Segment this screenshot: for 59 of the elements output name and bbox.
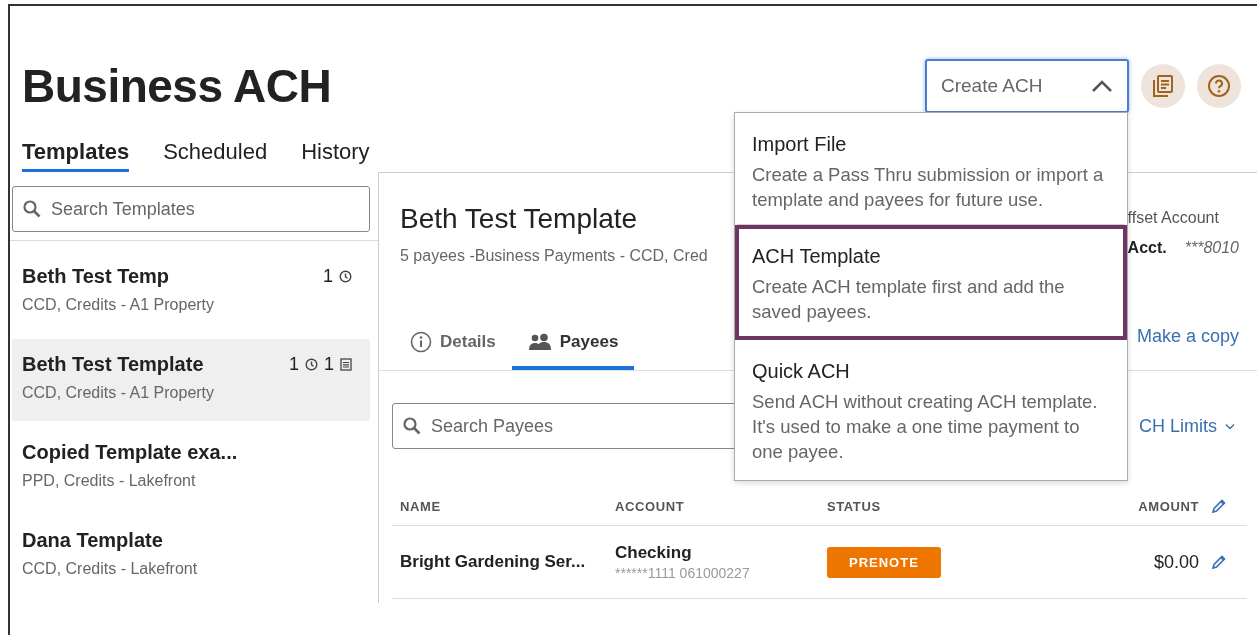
account-label: Acct. <box>1127 239 1167 257</box>
make-copy-link[interactable]: Make a copy <box>1136 326 1239 347</box>
amount: $0.00 <box>1153 551 1199 573</box>
column-header: ACCOUNT <box>615 498 686 514</box>
payee-name: Bright Gardening Ser... <box>400 552 587 572</box>
tab[interactable]: Scheduled <box>163 136 268 172</box>
count: 1 <box>324 354 334 375</box>
menu-item[interactable]: Import File Create a Pass Thru submission or import a template and payees for future use. <box>735 113 1127 225</box>
menu-item-title: ACH Template <box>752 245 882 268</box>
template-item[interactable]: Dana Template CCD, Credits - Lakefront <box>12 515 370 597</box>
template-details: PPD, Credits - Lakefront <box>22 472 197 490</box>
document-icon[interactable] <box>1141 64 1185 108</box>
count: 1 <box>323 266 333 287</box>
template-item[interactable]: Beth Test Temp 1 CCD, Credits - A1 Property <box>12 251 370 333</box>
menu-item[interactable]: ACH Template Create ACH template first and add the saved payees. <box>735 225 1127 340</box>
limits-dropdown[interactable]: CH Limits <box>1139 415 1235 437</box>
menu-item-title: Import File <box>752 133 848 156</box>
help-icon[interactable] <box>1197 64 1241 108</box>
template-name: Beth Test Temp <box>22 265 170 288</box>
account-number: ***8010 <box>1184 239 1239 257</box>
people-icon <box>527 333 552 351</box>
search-icon <box>23 200 41 218</box>
template-name: Dana Template <box>22 529 163 552</box>
template-details: CCD, Credits - A1 Property <box>22 296 216 314</box>
menu-item-description: Create a Pass Thru submission or import a template and payees for future use. <box>752 163 1105 212</box>
template-item[interactable]: Beth Test Template 1 1 CCD, Credits - A1 Property <box>12 339 370 421</box>
template-name: Copied Template exa... <box>22 441 238 464</box>
offset-account-label: ffset Account <box>1127 209 1220 227</box>
chevron-icon <box>1225 422 1235 430</box>
list-icon <box>340 358 352 371</box>
account-type: Checking <box>615 543 692 563</box>
column-header: AMOUNT <box>1138 498 1199 514</box>
menu-item-description: Send ACH without creating ACH template. It's used to make a one time payment to one payee. <box>752 390 1099 464</box>
search-field[interactable]: Search Templates <box>12 186 370 232</box>
page-title: Business ACH <box>22 59 332 113</box>
column-header: STATUS <box>827 498 882 514</box>
clock-icon <box>305 358 318 371</box>
template-details: CCD, Credits - Lakefront <box>22 560 199 578</box>
info-icon <box>410 331 432 353</box>
template-details: CCD, Credits - A1 Property <box>22 384 216 402</box>
tab[interactable]: History <box>301 136 370 172</box>
tab[interactable]: Payees <box>511 318 635 370</box>
pencil-icon[interactable] <box>1211 498 1227 514</box>
account-number: ******1111 061000227 <box>615 565 750 581</box>
tab[interactable]: Templates <box>22 136 130 172</box>
search-icon <box>403 417 421 435</box>
chevron-icon <box>1091 79 1113 93</box>
template-name: Beth Test Template <box>22 353 204 376</box>
template-item[interactable]: Copied Template exa... PPD, Credits - Lakefront <box>12 427 370 509</box>
clock-icon <box>339 270 352 283</box>
column-header: NAME <box>400 498 442 514</box>
menu-item-title: Quick ACH <box>752 360 851 383</box>
status-badge: PRENOTE <box>827 546 941 578</box>
count: 1 <box>288 354 299 375</box>
tab[interactable]: Details <box>394 318 512 370</box>
template-title: Beth Test Template <box>400 203 639 235</box>
menu-item-description: Create ACH template first and add the saved payees. <box>752 275 1066 324</box>
template-summary: 5 payees -Business Payments - CCD, Cred <box>400 247 708 265</box>
pencil-icon[interactable] <box>1211 554 1227 570</box>
